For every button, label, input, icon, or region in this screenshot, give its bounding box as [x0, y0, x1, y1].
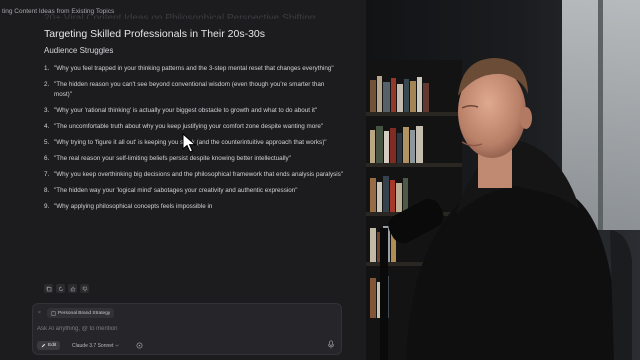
thumbs-down-button[interactable] [80, 284, 89, 293]
message-actions [44, 284, 89, 293]
scrolled-heading: 20+ Viral Content Ideas on Philosophical… [44, 13, 316, 24]
chat-input[interactable] [37, 324, 327, 333]
chevron-down-icon [115, 344, 120, 347]
list-item: 9. "Why applying philosophical concepts f… [44, 202, 344, 212]
item-number: 4. [44, 123, 50, 130]
item-text: "The real reason your self-limiting beli… [54, 155, 291, 162]
item-number: 5. [44, 139, 50, 146]
thumbs-up-icon [70, 286, 75, 291]
mouse-pointer-icon [182, 133, 197, 153]
item-text: "Why applying philosophical concepts fee… [54, 203, 213, 210]
copy-icon [46, 286, 51, 291]
item-text: "Why your 'rational thinking' is actuall… [54, 107, 318, 114]
item-text: "Why you keep overthinking big decisions… [54, 171, 344, 178]
thumbs-up-button[interactable] [68, 284, 77, 293]
item-number: 6. [44, 155, 50, 162]
list-item: 6. "The real reason your self-limiting be… [44, 154, 344, 164]
list-item: 2. "The hidden reason you can't see beyon… [44, 80, 344, 100]
list-item: 3. "Why your 'rational thinking' is actua… [44, 106, 344, 116]
thumbs-down-icon [82, 286, 87, 291]
close-icon[interactable]: × [38, 310, 41, 316]
item-text: "The hidden way your 'logical mind' sabo… [54, 187, 298, 194]
chat-composer: × Personal Brand Strategy Edit Claude 3.… [32, 303, 342, 355]
microphone-icon[interactable] [327, 340, 335, 349]
copy-button[interactable] [44, 284, 53, 293]
retry-button[interactable] [56, 284, 65, 293]
model-label: Claude 3.7 Sonnet [72, 342, 114, 349]
item-number: 3. [44, 107, 50, 114]
item-text: "The hidden reason you can't see beyond … [54, 81, 325, 98]
context-chip-label: Personal Brand Strategy [58, 310, 111, 316]
context-chip[interactable]: Personal Brand Strategy [47, 308, 115, 318]
item-number: 1. [44, 65, 50, 72]
ai-chat-panel: ting Content Ideas from Existing Topics … [0, 0, 366, 360]
section-heading: Audience Struggles [44, 46, 114, 55]
webcam-video [366, 0, 640, 360]
image-icon[interactable] [136, 342, 143, 349]
item-number: 7. [44, 171, 50, 178]
model-select[interactable]: Claude 3.7 Sonnet [69, 341, 122, 350]
list-item: 8. "The hidden way your 'logical mind' sa… [44, 186, 344, 196]
mode-toggle[interactable]: Edit [37, 341, 61, 350]
mode-label: Edit [48, 343, 57, 348]
list-item: 1. "Why you feel trapped in your thinking… [44, 64, 344, 74]
document-icon [51, 310, 56, 316]
list-item: 4. "The uncomfortable truth about why you… [44, 122, 344, 132]
pencil-icon [41, 343, 46, 348]
refresh-icon [58, 285, 63, 291]
item-text: "Why you feel trapped in your thinking p… [54, 65, 334, 72]
item-number: 9. [44, 203, 50, 210]
item-number: 8. [44, 187, 50, 194]
document-heading: Targeting Skilled Professionals in Their… [44, 28, 266, 40]
item-text: "The uncomfortable truth about why you k… [54, 123, 324, 130]
item-number: 2. [44, 81, 50, 88]
list-item: 7. "Why you keep overthinking big decisio… [44, 170, 344, 180]
